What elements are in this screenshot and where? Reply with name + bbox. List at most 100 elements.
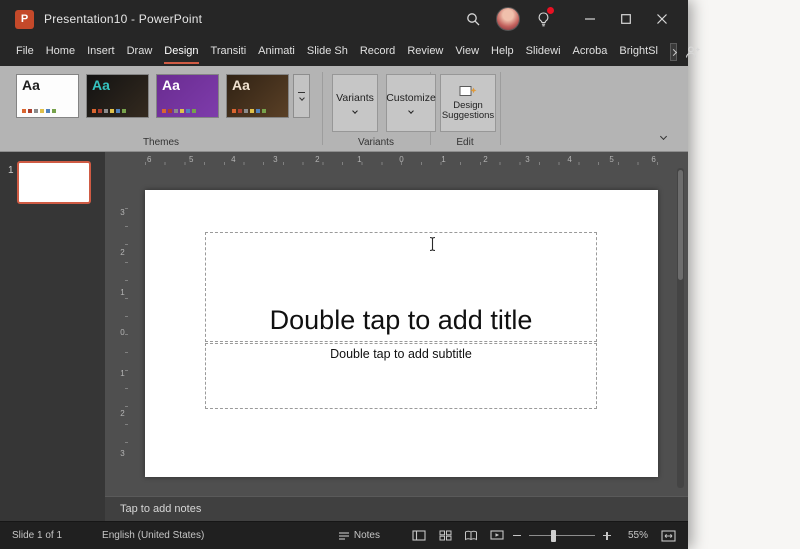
notes-placeholder-text: Tap to add notes — [120, 503, 202, 515]
tab-record[interactable]: Record — [354, 38, 401, 66]
ruler-number: 6 — [147, 155, 152, 164]
theme-thumbnail-purple[interactable]: Aa — [156, 74, 219, 118]
tab-file[interactable]: File — [10, 38, 40, 66]
ruler-number: 1 — [120, 368, 125, 378]
normal-view-icon — [412, 530, 426, 541]
slide-sorter-view-button[interactable] — [434, 526, 456, 546]
theme-color-dots — [22, 109, 56, 113]
zoom-out-button[interactable] — [510, 526, 524, 546]
collapse-ribbon-icon[interactable] — [659, 126, 668, 144]
chevron-down-icon — [298, 95, 305, 102]
ruler-number: 5 — [189, 155, 194, 164]
ruler-number: 3 — [273, 155, 278, 164]
subtitle-placeholder[interactable]: Double tap to add subtitle — [205, 343, 597, 409]
window-title: Presentation10 - PowerPoint — [44, 12, 203, 26]
slide-canvas[interactable]: Double tap to add title Double tap to ad… — [145, 190, 658, 477]
tab-acrobat[interactable]: Acroba — [567, 38, 614, 66]
notes-toggle-button[interactable]: Notes — [338, 530, 380, 541]
ruler-number: 2 — [483, 155, 488, 164]
customize-button[interactable]: Customize — [386, 74, 436, 132]
title-placeholder[interactable]: Double tap to add title — [205, 232, 597, 342]
text-cursor-icon — [428, 236, 437, 252]
title-bar: P Presentation10 - PowerPoint — [0, 0, 688, 38]
slide-thumbnail-panel: 1 — [0, 152, 105, 521]
zoom-slider-track — [529, 534, 595, 537]
zoom-slider[interactable] — [529, 526, 595, 546]
ribbon: Aa Aa Aa Aa Variants Customize Design Su… — [0, 66, 688, 152]
user-avatar[interactable] — [496, 7, 520, 31]
statusbar-right: Notes 55% — [338, 526, 678, 546]
vertical-ruler: 3 2 1 0 1 2 3 — [117, 208, 128, 458]
zoom-level[interactable]: 55% — [618, 530, 648, 541]
horizontal-ruler: 6 5 4 3 2 1 0 1 2 3 4 5 6 — [145, 154, 658, 165]
tab-slidewise[interactable]: Slidewi — [520, 38, 567, 66]
ruler-number: 1 — [441, 155, 446, 164]
ruler-number: 2 — [120, 408, 125, 418]
reading-view-button[interactable] — [460, 526, 482, 546]
more-tabs-button[interactable] — [669, 43, 677, 61]
powerpoint-app-icon: P — [15, 9, 34, 29]
chevron-down-icon — [408, 107, 414, 114]
search-icon[interactable] — [458, 0, 488, 38]
tab-transitions[interactable]: Transiti — [205, 38, 253, 66]
ruler-number: 3 — [525, 155, 530, 164]
tab-draw[interactable]: Draw — [121, 38, 159, 66]
status-bar: Slide 1 of 1 English (United States) Not… — [0, 521, 688, 549]
slideshow-view-button[interactable] — [486, 526, 508, 546]
theme-thumbnail-dark[interactable]: Aa — [86, 74, 149, 118]
reading-view-icon — [465, 530, 477, 541]
ruler-number: 2 — [120, 248, 125, 258]
editor-column: 6 5 4 3 2 1 0 1 2 3 4 5 6 3 2 1 0 1 2 3 … — [105, 152, 688, 521]
ruler-number: 3 — [120, 208, 125, 217]
ruler-number: 1 — [357, 155, 362, 164]
slide-thumbnail[interactable] — [17, 161, 91, 204]
titlebar-actions — [458, 0, 680, 38]
close-button[interactable] — [644, 0, 680, 38]
main-content: 1 6 5 4 3 2 1 0 1 2 3 4 5 6 3 2 1 0 1 2 … — [0, 152, 688, 521]
tab-help[interactable]: Help — [485, 38, 520, 66]
vertical-scrollbar[interactable] — [677, 168, 684, 488]
themes-gallery: Aa Aa Aa Aa — [16, 74, 289, 118]
themes-gallery-more-button[interactable] — [293, 74, 310, 118]
notifications-lightbulb-icon[interactable] — [528, 0, 558, 38]
language-status[interactable]: English (United States) — [102, 530, 204, 541]
theme-sample-text: Aa — [92, 77, 110, 93]
minus-icon — [513, 534, 521, 537]
chevron-down-icon — [659, 132, 668, 141]
ruler-number: 0 — [399, 155, 404, 164]
ribbon-group-separator — [322, 72, 323, 145]
title-placeholder-text: Double tap to add title — [269, 305, 533, 335]
maximize-button[interactable] — [608, 0, 644, 38]
tab-brightslide[interactable]: BrightSl — [613, 38, 664, 66]
notes-icon — [338, 531, 349, 540]
minimize-button[interactable] — [572, 0, 608, 38]
design-suggestions-icon — [459, 85, 477, 96]
notes-pane[interactable]: Tap to add notes — [105, 496, 688, 521]
tab-animations[interactable]: Animati — [252, 38, 301, 66]
share-icon[interactable] — [685, 38, 700, 66]
design-suggestions-button[interactable]: Design Suggestions — [440, 74, 496, 132]
tab-slide-show[interactable]: Slide Sh — [301, 38, 354, 66]
tab-insert[interactable]: Insert — [81, 38, 121, 66]
tab-review[interactable]: Review — [401, 38, 449, 66]
tab-design[interactable]: Design — [158, 38, 204, 66]
slide-indicator: Slide 1 of 1 — [12, 530, 63, 541]
ruler-number: 4 — [567, 155, 572, 164]
scrollbar-thumb[interactable] — [678, 170, 683, 280]
tab-home[interactable]: Home — [40, 38, 81, 66]
fit-slide-to-window-button[interactable] — [658, 526, 678, 546]
group-label-variants: Variants — [358, 137, 394, 148]
theme-sample-text: Aa — [22, 77, 40, 93]
normal-view-button[interactable] — [408, 526, 430, 546]
chevron-down-icon — [352, 107, 358, 114]
theme-sample-text: Aa — [232, 77, 250, 93]
theme-color-dots — [92, 109, 126, 113]
theme-thumbnail-office[interactable]: Aa — [16, 74, 79, 118]
theme-thumbnail-brown[interactable]: Aa — [226, 74, 289, 118]
variants-button[interactable]: Variants — [332, 74, 378, 132]
zoom-slider-handle[interactable] — [551, 529, 556, 542]
zoom-in-button[interactable] — [600, 526, 614, 546]
tab-view[interactable]: View — [449, 38, 485, 66]
ruler-number: 5 — [609, 155, 614, 164]
ruler-number: 0 — [120, 328, 125, 338]
